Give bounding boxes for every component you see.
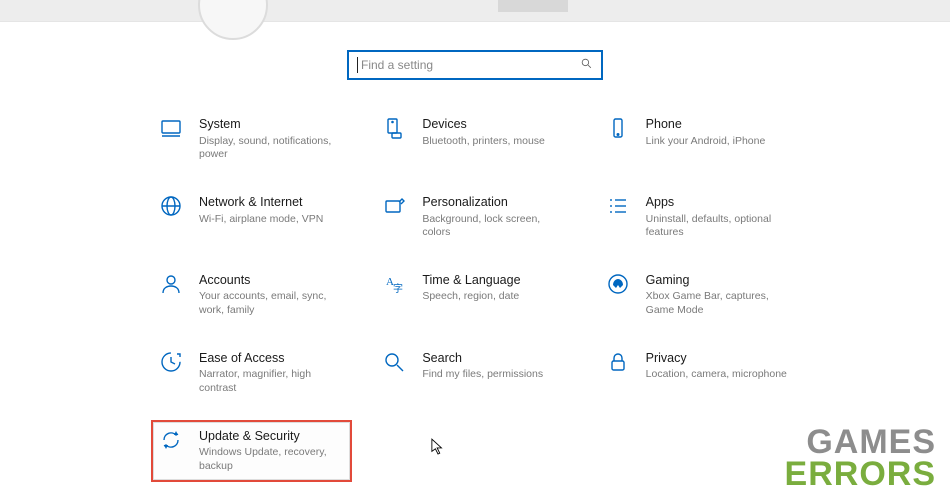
tile-desc: Link your Android, iPhone [646,135,766,149]
tile-title: Privacy [646,351,787,367]
accounts-icon [157,272,185,300]
tile-gaming[interactable]: Gaming Xbox Game Bar, captures, Game Mod… [602,270,795,320]
update-security-icon [157,428,185,456]
tile-accounts[interactable]: Accounts Your accounts, email, sync, wor… [155,270,348,320]
tile-title: Time & Language [422,273,520,289]
tile-title: Personalization [422,195,569,211]
tile-network[interactable]: Network & Internet Wi-Fi, airplane mode,… [155,192,348,242]
search-input[interactable]: Find a setting [347,50,603,80]
settings-grid: System Display, sound, notifications, po… [155,114,795,476]
tile-title: Phone [646,117,766,133]
tile-title: System [199,117,346,133]
header-button-placeholder [498,0,568,12]
gaming-icon [604,272,632,300]
text-caret [357,57,358,73]
tile-ease-of-access[interactable]: Ease of Access Narrator, magnifier, high… [155,348,348,398]
search-icon [580,57,593,73]
watermark-logo: GAMES ERRORS [785,427,936,490]
tile-desc: Your accounts, email, sync, work, family [199,290,346,317]
tile-update-security[interactable]: Update & Security Windows Update, recove… [151,420,352,482]
time-language-icon: A字 [380,272,408,300]
tile-desc: Speech, region, date [422,290,520,304]
top-header-bar [0,0,950,22]
svg-text:字: 字 [393,282,403,295]
tile-desc: Windows Update, recovery, backup [199,446,346,473]
tile-devices[interactable]: Devices Bluetooth, printers, mouse [378,114,571,164]
tile-title: Devices [422,117,545,133]
watermark-line2: ERRORS [785,459,936,490]
tile-title: Network & Internet [199,195,323,211]
tile-time-language[interactable]: A字 Time & Language Speech, region, date [378,270,571,320]
devices-icon [380,116,408,144]
tile-title: Search [422,351,543,367]
personalization-icon [380,194,408,222]
tile-title: Gaming [646,273,793,289]
tile-desc: Xbox Game Bar, captures, Game Mode [646,290,793,317]
tile-title: Apps [646,195,793,211]
tile-title: Update & Security [199,429,346,445]
watermark-line1: GAMES [785,427,936,458]
mouse-cursor-icon [431,438,445,456]
tile-desc: Bluetooth, printers, mouse [422,135,545,149]
tile-apps[interactable]: Apps Uninstall, defaults, optional featu… [602,192,795,242]
tile-desc: Find my files, permissions [422,368,543,382]
tile-personalization[interactable]: Personalization Background, lock screen,… [378,192,571,242]
search-tile-icon [380,350,408,378]
tile-privacy[interactable]: Privacy Location, camera, microphone [602,348,795,398]
phone-icon [604,116,632,144]
tile-phone[interactable]: Phone Link your Android, iPhone [602,114,795,164]
tile-desc: Narrator, magnifier, high contrast [199,368,346,395]
system-icon [157,116,185,144]
apps-icon [604,194,632,222]
tile-search[interactable]: Search Find my files, permissions [378,348,571,398]
privacy-icon [604,350,632,378]
tile-title: Accounts [199,273,346,289]
tile-title: Ease of Access [199,351,346,367]
avatar-placeholder [198,0,268,40]
search-placeholder: Find a setting [361,58,580,72]
tile-desc: Uninstall, defaults, optional features [646,213,793,240]
tile-desc: Display, sound, notifications, power [199,135,346,162]
ease-of-access-icon [157,350,185,378]
tile-desc: Background, lock screen, colors [422,213,569,240]
tile-desc: Wi-Fi, airplane mode, VPN [199,213,323,227]
tile-desc: Location, camera, microphone [646,368,787,382]
network-icon [157,194,185,222]
tile-system[interactable]: System Display, sound, notifications, po… [155,114,348,164]
